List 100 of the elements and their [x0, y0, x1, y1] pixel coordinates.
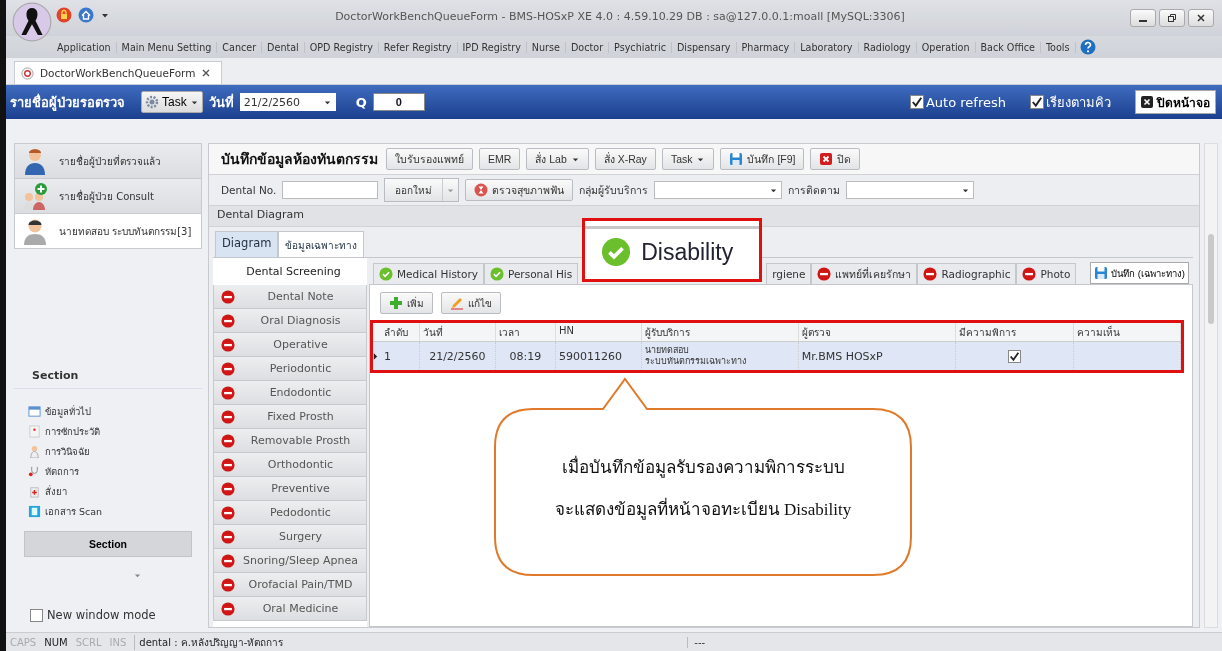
menu-item[interactable]: Operation — [916, 41, 976, 53]
new-number-button[interactable]: ออกใหม่ — [384, 178, 460, 202]
option-label: เรียงตามคิว — [1046, 93, 1111, 112]
specialty-tab[interactable]: Orofacial Pain/TMD — [213, 573, 367, 597]
save-specialty-button[interactable]: บันทึก (เฉพาะทาง) — [1090, 262, 1189, 284]
specialty-tab[interactable]: Oral Medicine — [213, 597, 367, 621]
check-icon — [379, 267, 393, 281]
q-field[interactable]: 0 — [372, 93, 425, 111]
doctor-icon — [28, 444, 41, 458]
patient-nav-item[interactable]: รายชื่อผู้ป่วย Consult — [14, 179, 202, 214]
toolbar-button[interactable]: ปิด — [810, 148, 861, 170]
screening-tab[interactable]: Radiographic — [917, 263, 1017, 284]
section-link[interactable]: สั่งยา — [14, 481, 202, 501]
minus-icon — [817, 267, 832, 281]
menu-item[interactable]: Pharmacy — [736, 41, 796, 53]
help-icon[interactable] — [1079, 39, 1096, 55]
patient-nav-item[interactable]: นายทดสอบ ระบบทันตกรรม[3] — [14, 214, 202, 249]
tab[interactable]: ข้อมูลเฉพาะทาง — [278, 231, 365, 257]
column-header[interactable]: ลำดับ — [381, 323, 420, 341]
screening-tab[interactable]: Personal His — [483, 263, 579, 284]
window-title: DoctorWorkBenchQueueForm - BMS-HOSxP XE 4.0 : 4.59.10.29 DB : sa@127.0.0.1:moall [MySQL:3306] — [334, 9, 906, 23]
screening-tab[interactable]: แพทย์ที่เคยรักษา — [811, 263, 918, 284]
toolbar-button[interactable]: ใบรับรองแพทย์ — [386, 148, 473, 170]
specialty-tab[interactable]: Removable Prosth — [213, 429, 367, 453]
grid-button[interactable]: เพิ่ม — [380, 292, 433, 314]
specialty-tab[interactable]: Orthodontic — [213, 453, 367, 477]
specialty-tab[interactable]: Preventive — [213, 477, 367, 501]
column-header[interactable]: HN — [556, 323, 642, 341]
section-label: การซักประวัติ — [45, 424, 100, 439]
specialty-tab[interactable]: Endodontic — [213, 381, 367, 405]
menu-item[interactable]: Application — [52, 41, 117, 53]
menu-item[interactable]: Doctor — [565, 41, 610, 53]
menu-item[interactable]: Back Office — [975, 41, 1041, 53]
scrollbar[interactable] — [1204, 143, 1218, 628]
specialty-tab[interactable]: Dental Note — [213, 285, 367, 309]
plus-icon — [389, 296, 403, 310]
dental-no-field[interactable] — [282, 181, 379, 199]
patient-nav-item[interactable]: รายชื่อผู้ป่วยที่ตรวจแล้ว — [14, 143, 202, 179]
column-header[interactable]: ผู้ตรวจ — [798, 323, 956, 341]
toolbar-button[interactable]: สั่ง Lab — [526, 148, 589, 170]
menu-item[interactable]: Cancer — [217, 41, 263, 53]
section-link[interactable]: ข้อมูลทั่วไป — [14, 401, 202, 421]
column-header[interactable]: วันที่ — [419, 323, 496, 341]
section-link[interactable]: การซักประวัติ — [14, 421, 202, 441]
minus-icon — [221, 505, 235, 520]
specialty-tab[interactable]: Surgery — [213, 525, 367, 549]
checkbox[interactable] — [30, 608, 43, 622]
column-header[interactable]: ความเห็น — [1074, 323, 1181, 341]
table-cell: 21/2/2560 — [419, 342, 496, 370]
column-header[interactable]: เวลา — [495, 323, 557, 341]
section-link[interactable]: เอกสาร Scan — [14, 501, 202, 521]
section-button[interactable]: Section — [24, 531, 192, 557]
menu-item[interactable]: Dental — [262, 41, 305, 53]
toolbar-button[interactable]: EMR — [479, 148, 521, 170]
section-link[interactable]: หัตถการ — [14, 461, 202, 481]
specialty-tab[interactable]: Snoring/Sleep Apnea — [213, 549, 367, 573]
dental-checkup-button[interactable]: ตรวจสุขภาพฟัน — [465, 179, 574, 201]
menu-item[interactable]: Tools — [1040, 41, 1076, 53]
screening-tab[interactable]: Medical History — [373, 263, 484, 284]
menu-item[interactable]: Laboratory — [795, 41, 859, 53]
menu-item[interactable]: Refer Registry — [378, 41, 458, 53]
column-header[interactable]: ผู้รับบริการ — [641, 323, 799, 341]
menu-item[interactable]: Psychiatric — [609, 41, 672, 53]
specialty-tab[interactable]: Pedodontic — [213, 501, 367, 525]
document-tab[interactable]: DoctorWorkBenchQueueForm — [14, 61, 223, 84]
screening-tab[interactable]: rgiene — [766, 263, 812, 284]
checkbox[interactable] — [1008, 349, 1021, 363]
close-icon[interactable] — [201, 68, 212, 78]
menu-item[interactable]: Radiology — [858, 41, 917, 53]
column-header[interactable]: มีความพิการ — [955, 323, 1075, 341]
date-field[interactable]: 21/2/2560 — [239, 93, 336, 111]
toolbar-button[interactable]: Task — [661, 148, 715, 170]
menu-item[interactable]: IPD Registry — [457, 41, 527, 53]
screening-tab[interactable]: Photo — [1016, 263, 1077, 284]
specialty-tab[interactable]: Fixed Prosth — [213, 405, 367, 429]
specialty-tab[interactable]: Oral Diagnosis — [213, 309, 367, 333]
section-label: เอกสาร Scan — [45, 504, 103, 519]
section-link[interactable]: การวินิจฉัย — [14, 441, 202, 461]
menu-item[interactable]: Dispensary — [671, 41, 737, 53]
specialty-tab[interactable]: Operative — [213, 333, 367, 357]
menu-item[interactable]: OPD Registry — [304, 41, 379, 53]
table-cell: 08:19 — [495, 342, 557, 370]
close-screen-button[interactable]: ปิดหน้าจอ — [1135, 90, 1216, 114]
home-icon[interactable] — [78, 7, 94, 23]
minimize-button[interactable] — [1130, 9, 1156, 27]
tab[interactable]: Diagram — [215, 231, 279, 257]
checkbox[interactable] — [909, 95, 924, 109]
toolbar-button[interactable]: สั่ง X-Ray — [594, 148, 656, 170]
clipboard-icon — [28, 424, 41, 438]
lock-icon[interactable] — [56, 7, 72, 23]
grid-button[interactable]: แก้ไข — [441, 292, 501, 314]
specialty-tab[interactable]: Periodontic — [213, 357, 367, 381]
nav-label: นายทดสอบ ระบบทันตกรรม[3] — [59, 224, 192, 239]
menu-item[interactable]: Main Menu Setting — [116, 41, 218, 53]
checkbox[interactable] — [1030, 95, 1044, 109]
menu-item[interactable]: Nurse — [526, 41, 566, 53]
task-button[interactable]: Task — [141, 91, 203, 113]
restore-button[interactable] — [1159, 9, 1185, 27]
toolbar-button[interactable]: บันทึก [F9] — [720, 148, 805, 170]
close-button[interactable] — [1188, 9, 1214, 27]
